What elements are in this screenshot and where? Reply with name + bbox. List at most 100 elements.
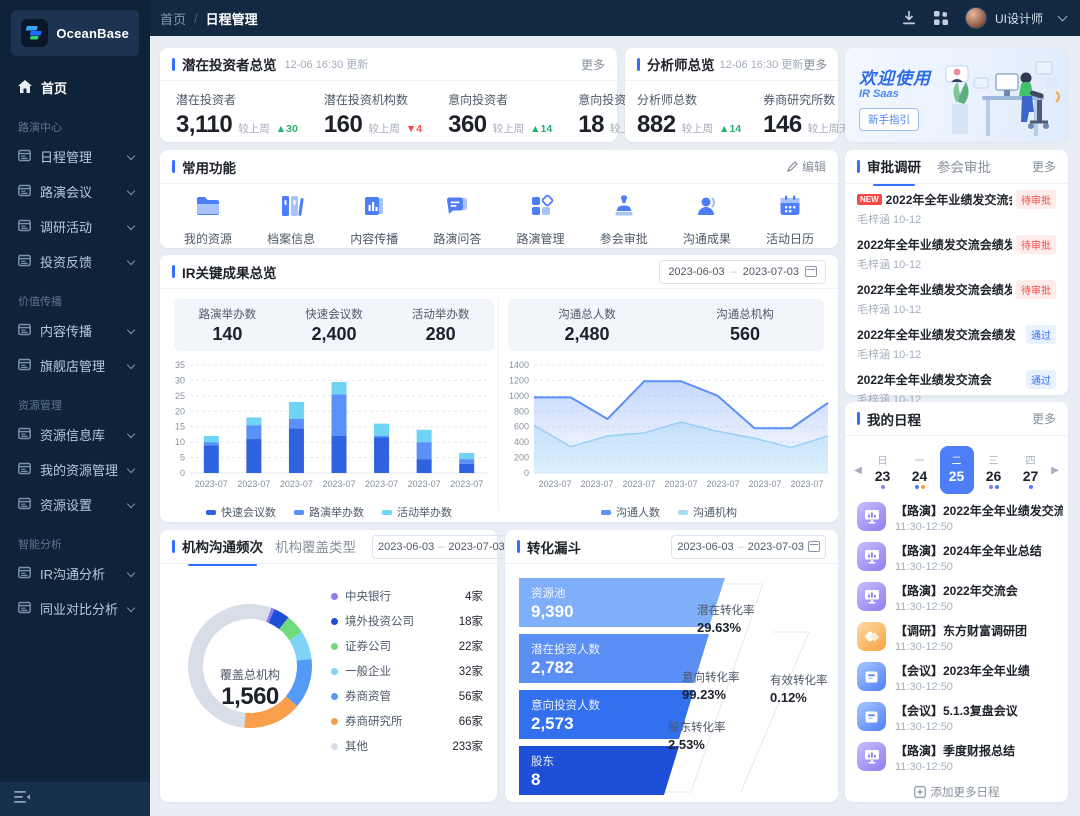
more-link[interactable]: 更多 — [1032, 410, 1056, 427]
common-function-内容传播[interactable]: 内容传播 — [344, 192, 404, 247]
common-function-参会审批[interactable]: 参会审批 — [594, 192, 654, 247]
add-schedule-button[interactable]: 添加更多日程 — [845, 782, 1068, 800]
stat-value: 560 — [729, 323, 761, 344]
tab-approval-survey[interactable]: 审批调研 — [867, 156, 921, 186]
donut-legend-券商资管[interactable]: 券商资管 56家 — [331, 688, 483, 704]
schedule-event[interactable]: 【路演】2022年交流会 11:30-12:50 — [857, 582, 1056, 613]
calendar-day-25[interactable]: 二 25 — [939, 446, 974, 494]
donut-legend-境外投资公司[interactable]: 境外投资公司 18家 — [331, 613, 483, 629]
common-function-活动日历[interactable]: 活动日历 — [760, 192, 820, 247]
sidebar-item-label: 资源设置 — [40, 498, 93, 513]
sidebar-item-survey-activity[interactable]: 调研活动 — [0, 209, 150, 244]
sidebar-item-resource-library[interactable]: 资源信息库 — [0, 417, 150, 452]
sidebar-item-resource-settings[interactable]: 资源设置 — [0, 487, 150, 522]
sidebar-item-roadshow-meeting[interactable]: 路演会议 — [0, 174, 150, 209]
svg-text:2023-07: 2023-07 — [706, 479, 739, 489]
svg-text:2023-07: 2023-07 — [450, 479, 483, 489]
date-range-picker[interactable]: 2023-06-03–2023-07-03 — [372, 534, 527, 559]
schedule-event[interactable]: 【路演】2024年全年业总结 11:30-12:50 — [857, 542, 1056, 573]
common-function-沟通成果[interactable]: 沟通成果 — [677, 192, 737, 247]
legend-item-沟通机构[interactable]: 沟通机构 — [678, 504, 737, 520]
common-function-档案信息[interactable]: 档案信息 — [261, 192, 321, 247]
breadcrumb-home[interactable]: 首页 — [160, 9, 186, 28]
sidebar-collapse-button[interactable] — [0, 782, 150, 816]
chevron-down-icon — [126, 499, 136, 508]
funnel-step-label: 意向投资人数 — [531, 700, 600, 712]
calendar-icon — [776, 192, 804, 225]
legend-item-沟通人数[interactable]: 沟通人数 — [601, 504, 660, 520]
common-function-我的资源[interactable]: 我的资源 — [178, 192, 238, 247]
more-link[interactable]: 更多 — [581, 56, 605, 73]
svg-text:2023-07: 2023-07 — [408, 479, 441, 489]
calendar-day-23[interactable]: 日 23 — [866, 446, 900, 494]
download-icon[interactable] — [901, 10, 917, 26]
schedule-event[interactable]: 【路演】2022年全年业绩发交流会 11:30-12:50 — [857, 502, 1063, 533]
metric-label: 潜在投资者 — [176, 93, 237, 107]
edit-button[interactable]: 编辑 — [787, 158, 826, 175]
approval-item[interactable]: NEW2022年全年业绩发交流会绩... 待审批毛梓涵 10-12 — [857, 190, 1056, 227]
brand-logo[interactable]: OceanBase — [11, 10, 139, 56]
schedule-event[interactable]: 【路演】季度财报总结 11:30-12:50 — [857, 742, 1056, 773]
my-resources-icon — [18, 462, 31, 478]
date-range-picker[interactable]: 2023-06-03–2023-07-03 — [671, 534, 826, 559]
sidebar-item-schedule-management[interactable]: 日程管理 — [0, 139, 150, 174]
schedule-event[interactable]: 【调研】东方财富调研团 11:30-12:50 — [857, 622, 1056, 653]
sidebar-item-content-spread[interactable]: 内容传播 — [0, 313, 150, 348]
tab-coverage-type[interactable]: 机构覆盖类型 — [275, 536, 356, 558]
schedule-event[interactable]: 【会议】5.1.3复盘会议 11:30-12:50 — [857, 702, 1056, 733]
donut-legend-证券公司[interactable]: 证券公司 22家 — [331, 638, 483, 654]
approval-item[interactable]: 2022年全年业绩发交流会绩发 待审批 毛梓涵 10-12 — [857, 235, 1056, 272]
legend-item-活动举办数[interactable]: 活动举办数 — [382, 504, 452, 520]
calendar-day-27[interactable]: 四 27 — [1014, 446, 1048, 494]
sidebar-item-peer-comparison[interactable]: 同业对比分析 — [0, 591, 150, 626]
sidebar-item-my-resources[interactable]: 我的资源管理 — [0, 452, 150, 487]
calendar-prev-icon[interactable]: ◀ — [853, 465, 863, 476]
date-range-picker[interactable]: 2023-06-03–2023-07-03 — [659, 259, 826, 284]
common-function-路演问答[interactable]: 路演问答 — [427, 192, 487, 247]
legend-dot — [331, 592, 338, 600]
approval-item-title: 2022年全年业绩发交流会绩发 — [857, 238, 1012, 252]
day-of-week: 三 — [988, 455, 999, 467]
svg-text:20: 20 — [175, 406, 185, 416]
app-root: OceanBase 首页 路演中心 日程管理 路演会议 调研活动 投资反馈 价值传播 内容传… — [0, 0, 1080, 816]
calendar-next-icon[interactable]: ▶ — [1050, 465, 1060, 476]
stat-label: 快速会议数 — [305, 308, 363, 321]
sidebar-item-flagship-store[interactable]: 旗舰店管理 — [0, 348, 150, 383]
more-link[interactable]: 更多 — [803, 56, 827, 73]
donut-legend-中央银行[interactable]: 中央银行 4家 — [331, 588, 483, 604]
approval-item[interactable]: 2022年全年业绩发交流会绩发 待审批 毛梓涵 10-12 — [857, 280, 1056, 317]
user-avatar[interactable] — [964, 7, 987, 29]
rate-label: 有效转化率 — [770, 675, 828, 687]
apps-grid-icon[interactable] — [933, 10, 949, 26]
tab-meeting-approval[interactable]: 参会审批 — [937, 156, 991, 178]
donut-legend-一般企业[interactable]: 一般企业 32家 — [331, 663, 483, 679]
donut-legend-券商研究所[interactable]: 券商研究所 66家 — [331, 713, 483, 729]
schedule-event-body: 【路演】2022年全年业绩发交流会 11:30-12:50 — [895, 502, 1063, 533]
rate-value: 2.53% — [668, 737, 705, 752]
legend-label: 路演举办数 — [309, 507, 364, 519]
metric-分析师总数: 分析师总数 882 较上周 ▲14 — [637, 91, 741, 139]
chevron-down-icon[interactable] — [1057, 11, 1068, 22]
common-function-路演管理[interactable]: 路演管理 — [511, 192, 571, 247]
user-name[interactable]: UI设计师 — [995, 10, 1043, 27]
ir-stat-活动举办数: 活动举办数 280 — [387, 306, 494, 345]
sidebar-item-ir-communication-analysis[interactable]: IR沟通分析 — [0, 556, 150, 591]
schedule-event[interactable]: 【会议】2023年全年业绩 11:30-12:50 — [857, 662, 1056, 693]
sidebar-item-label: 首页 — [41, 81, 68, 96]
beginner-guide-button[interactable]: 新手指引 — [859, 108, 919, 131]
sidebar-item-home[interactable]: 首页 — [0, 70, 150, 105]
calendar-day-26[interactable]: 三 26 — [977, 446, 1011, 494]
sidebar-item-investment-feedback[interactable]: 投资反馈 — [0, 244, 150, 279]
approval-item-meta: 毛梓涵 10-12 — [857, 304, 922, 316]
metric-潜在投资机构数: 潜在投资机构数 160 较上周 ▼4 — [324, 91, 422, 139]
metric-value-row: 160 较上周 ▼4 — [324, 111, 422, 139]
tab-communication-frequency[interactable]: 机构沟通频次 — [182, 536, 263, 566]
analyst-metrics: 分析师总数 882 较上周 ▲14 券商研究所数 146 较上周无变化 — [625, 81, 871, 139]
donut-legend-其他[interactable]: 其他 233家 — [331, 738, 483, 754]
calendar-day-24[interactable]: 一 24 — [903, 446, 937, 494]
legend-item-快速会议数[interactable]: 快速会议数 — [206, 504, 276, 520]
approval-item[interactable]: 2022年全年业绩发交流会绩发 通过 毛梓涵 10-12 — [857, 325, 1056, 362]
legend-item-路演举办数[interactable]: 路演举办数 — [294, 504, 364, 520]
folder-icon — [194, 192, 222, 225]
more-link[interactable]: 更多 — [1032, 158, 1056, 175]
